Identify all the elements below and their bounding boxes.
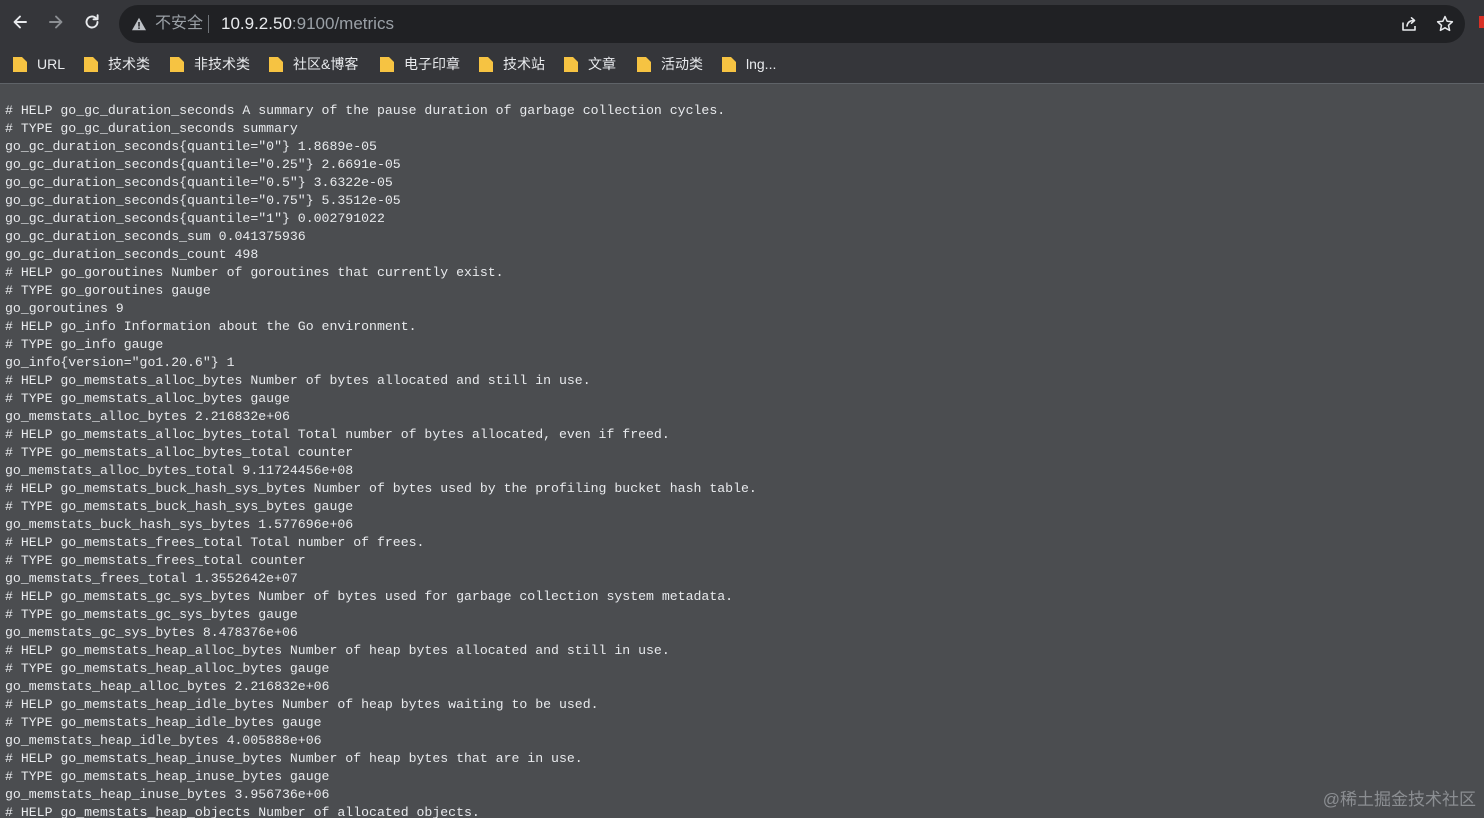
metrics-line: # HELP go_goroutines Number of goroutine… xyxy=(5,265,504,280)
arrow-right-icon xyxy=(49,15,63,29)
bookmark-label: 社区&博客 xyxy=(293,56,359,72)
metrics-line: # HELP go_info Information about the Go … xyxy=(5,319,417,334)
bookmark-folder-non-tech[interactable]: 非技术类 xyxy=(170,54,250,74)
share-icon xyxy=(1402,17,1416,31)
metrics-line: # HELP go_memstats_alloc_bytes_total Tot… xyxy=(5,427,670,442)
metrics-line: # TYPE go_memstats_buck_hash_sys_bytes g… xyxy=(5,499,354,514)
reload-button[interactable] xyxy=(79,9,105,35)
metrics-line: # TYPE go_memstats_alloc_bytes gauge xyxy=(5,391,290,406)
folder-icon xyxy=(13,57,27,72)
url-host: 10.9.2.50 xyxy=(221,14,292,33)
folder-icon xyxy=(637,57,651,72)
warning-triangle-icon[interactable] xyxy=(131,16,147,32)
metrics-line: go_memstats_gc_sys_bytes 8.478376e+06 xyxy=(5,625,298,640)
metrics-line: # HELP go_memstats_heap_inuse_bytes Numb… xyxy=(5,751,583,766)
metrics-line: # TYPE go_memstats_alloc_bytes_total cou… xyxy=(5,445,354,460)
metrics-line: go_memstats_buck_hash_sys_bytes 1.577696… xyxy=(5,517,354,532)
bookmark-folder-tech[interactable]: 技术类 xyxy=(84,54,150,74)
metrics-line: go_memstats_alloc_bytes_total 9.11724456… xyxy=(5,463,354,478)
browser-toolbar: 不安全 10.9.2.50:9100/metrics xyxy=(0,0,1484,46)
bookmark-folder-tech-sites[interactable]: 技术站 xyxy=(479,54,545,74)
page-content: # HELP go_gc_duration_seconds A summary … xyxy=(0,84,1484,818)
folder-icon xyxy=(722,57,736,72)
bookmark-folder-community[interactable]: 社区&博客 xyxy=(269,54,358,74)
bookmark-folder-articles[interactable]: 文章 xyxy=(564,54,616,74)
metrics-line: go_memstats_heap_idle_bytes 4.005888e+06 xyxy=(5,733,322,748)
metrics-line: go_memstats_heap_alloc_bytes 2.216832e+0… xyxy=(5,679,330,694)
metrics-line: go_goroutines 9 xyxy=(5,301,124,316)
metrics-line: go_memstats_alloc_bytes 2.216832e+06 xyxy=(5,409,290,424)
url-text[interactable]: 10.9.2.50:9100/metrics xyxy=(221,14,394,34)
metrics-line: go_gc_duration_seconds_count 498 xyxy=(5,247,259,262)
bookmark-label: 电子印章 xyxy=(404,56,460,72)
metrics-line: go_gc_duration_seconds{quantile="1"} 0.0… xyxy=(5,211,385,226)
metrics-line: # HELP go_memstats_heap_idle_bytes Numbe… xyxy=(5,697,599,712)
metrics-line: go_gc_duration_seconds{quantile="0.25"} … xyxy=(5,157,401,172)
bookmarks-bar: URL 技术类 非技术类 社区&博客 电子印章 技术站 文章 活动类 lng..… xyxy=(0,46,1484,83)
metrics-line: # HELP go_memstats_heap_objects Number o… xyxy=(5,805,480,818)
metrics-line: # HELP go_memstats_alloc_bytes Number of… xyxy=(5,373,591,388)
metrics-line: # HELP go_memstats_gc_sys_bytes Number o… xyxy=(5,589,734,604)
browser-chrome: 不安全 10.9.2.50:9100/metrics URL 技术类 非技术类 … xyxy=(0,0,1484,84)
metrics-line: # TYPE go_memstats_heap_alloc_bytes gaug… xyxy=(5,661,330,676)
address-bar[interactable]: 不安全 10.9.2.50:9100/metrics xyxy=(119,5,1465,43)
bookmark-folder-lng[interactable]: lng... xyxy=(722,54,776,74)
metrics-line: # TYPE go_memstats_heap_idle_bytes gauge xyxy=(5,715,322,730)
metrics-line: # TYPE go_memstats_heap_inuse_bytes gaug… xyxy=(5,769,330,784)
metrics-line: # TYPE go_memstats_frees_total counter xyxy=(5,553,306,568)
metrics-line: go_gc_duration_seconds{quantile="0.75"} … xyxy=(5,193,401,208)
bookmark-label: 技术类 xyxy=(108,56,150,72)
metrics-line: go_gc_duration_seconds_sum 0.041375936 xyxy=(5,229,306,244)
bookmark-label: 文章 xyxy=(588,56,616,72)
bookmark-label: 非技术类 xyxy=(194,56,250,72)
metrics-line: go_memstats_heap_inuse_bytes 3.956736e+0… xyxy=(5,787,330,802)
folder-icon xyxy=(84,57,98,72)
bookmark-folder-e-seal[interactable]: 电子印章 xyxy=(380,54,460,74)
reload-icon xyxy=(85,14,99,29)
bookmark-folder-events[interactable]: 活动类 xyxy=(637,54,703,74)
folder-icon xyxy=(380,57,394,72)
metrics-line: go_memstats_frees_total 1.3552642e+07 xyxy=(5,571,298,586)
url-path: :9100/metrics xyxy=(291,14,394,33)
bookmark-label: URL xyxy=(37,56,66,72)
bookmark-label: 活动类 xyxy=(661,56,703,72)
back-button[interactable] xyxy=(7,9,33,35)
metrics-line: go_gc_duration_seconds{quantile="0.5"} 3… xyxy=(5,175,393,190)
metrics-line: # TYPE go_info gauge xyxy=(5,337,164,352)
folder-icon xyxy=(564,57,578,72)
security-label[interactable]: 不安全 xyxy=(155,14,203,34)
metrics-line: # TYPE go_gc_duration_seconds summary xyxy=(5,121,298,136)
folder-icon xyxy=(479,57,493,72)
watermark: @稀土掘金技术社区 xyxy=(1322,790,1476,809)
bookmark-label: lng... xyxy=(746,56,777,72)
address-separator xyxy=(208,15,209,33)
folder-icon xyxy=(269,57,283,72)
metrics-line: # HELP go_memstats_buck_hash_sys_bytes N… xyxy=(5,481,757,496)
metrics-text: # HELP go_gc_duration_seconds A summary … xyxy=(5,102,757,818)
share-button[interactable] xyxy=(1399,14,1419,34)
metrics-line: # TYPE go_goroutines gauge xyxy=(5,283,211,298)
bookmark-label: 技术站 xyxy=(503,56,545,72)
metrics-line: # HELP go_memstats_frees_total Total num… xyxy=(5,535,425,550)
arrow-left-icon xyxy=(13,15,27,29)
bookmark-folder-url[interactable]: URL xyxy=(13,54,65,74)
metrics-line: # HELP go_memstats_heap_alloc_bytes Numb… xyxy=(5,643,670,658)
bookmark-star-button[interactable] xyxy=(1435,14,1455,34)
metrics-line: # TYPE go_memstats_gc_sys_bytes gauge xyxy=(5,607,298,622)
star-icon xyxy=(1436,15,1454,32)
folder-icon xyxy=(170,57,184,72)
metrics-line: # HELP go_gc_duration_seconds A summary … xyxy=(5,103,726,118)
metrics-line: go_info{version="go1.20.6"} 1 xyxy=(5,355,235,370)
metrics-line: go_gc_duration_seconds{quantile="0"} 1.8… xyxy=(5,139,377,154)
profile-alert-indicator[interactable] xyxy=(1479,16,1484,28)
forward-button[interactable] xyxy=(43,9,69,35)
